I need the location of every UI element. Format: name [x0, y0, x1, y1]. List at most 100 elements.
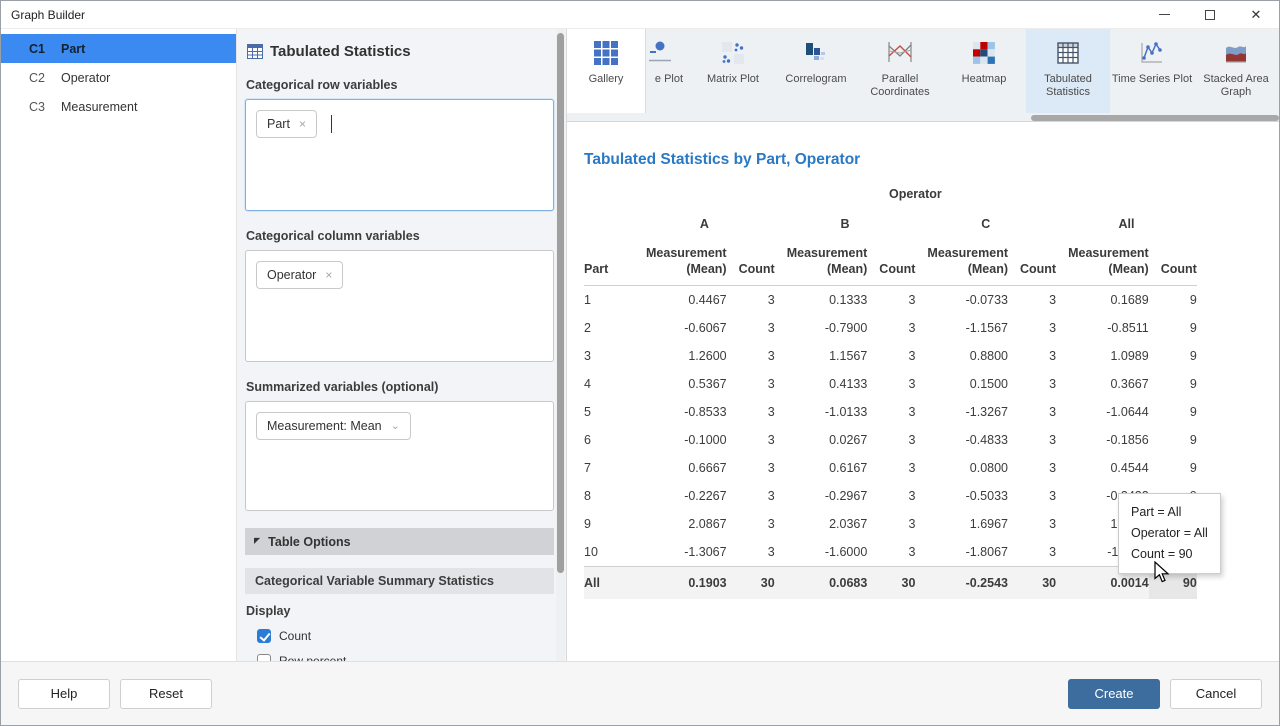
- table-cell: 3: [727, 370, 775, 398]
- help-button[interactable]: Help: [18, 679, 110, 709]
- minimize-button[interactable]: [1141, 1, 1187, 28]
- table-cell: -1.3267: [915, 398, 1008, 426]
- table-cell: 8: [584, 482, 634, 510]
- cancel-button[interactable]: Cancel: [1170, 679, 1262, 709]
- gallery-tab-label: Gallery: [589, 73, 624, 86]
- checkbox-icon[interactable]: [257, 629, 271, 643]
- gallery-tab-matrix-plot[interactable]: Matrix Plot: [692, 29, 774, 113]
- table-cell: -0.2543: [915, 567, 1008, 600]
- table-cell: 30: [867, 567, 915, 600]
- table-cell: -0.8511: [1056, 314, 1149, 342]
- gallery-tab-bubble-plot-partial[interactable]: e Plot: [646, 29, 692, 113]
- table-cell: 9: [1149, 286, 1197, 315]
- tabulated-statistics-table: Operator A B C All Part Measurement(Mean…: [584, 181, 1197, 599]
- gallery-tab-heatmap[interactable]: Heatmap: [942, 29, 1026, 113]
- gallery-tab-label: Time Series Plot: [1112, 73, 1192, 86]
- maximize-button[interactable]: [1187, 1, 1233, 28]
- table-cell: 3: [1008, 370, 1056, 398]
- table-cell: 3: [867, 398, 915, 426]
- chip-remove-icon[interactable]: ×: [299, 118, 306, 130]
- tabulated-statistics-icon: [247, 44, 263, 59]
- group-c-header: C: [915, 211, 1056, 243]
- table-cell: 9: [1149, 342, 1197, 370]
- gallery-tab-label: Correlogram: [785, 73, 846, 86]
- tooltip-line: Part = All: [1131, 502, 1208, 523]
- table-cell: -0.5033: [915, 482, 1008, 510]
- table-cell: 0.8800: [915, 342, 1008, 370]
- reset-button[interactable]: Reset: [120, 679, 212, 709]
- table-cell: 9: [1149, 314, 1197, 342]
- create-button[interactable]: Create: [1068, 679, 1160, 709]
- row-variables-dropzone[interactable]: Part ×: [245, 99, 554, 211]
- checkbox-count[interactable]: Count: [257, 629, 554, 643]
- table-cell: 3: [867, 482, 915, 510]
- table-cell: 1.1567: [775, 342, 868, 370]
- close-icon: ✕: [1251, 8, 1262, 21]
- table-options-label: Table Options: [268, 535, 350, 549]
- table-options-header[interactable]: ◤ Table Options: [245, 528, 554, 555]
- group-a-header: A: [634, 211, 775, 243]
- gallery-tab-correlogram[interactable]: Correlogram: [774, 29, 858, 113]
- close-button[interactable]: ✕: [1233, 1, 1279, 28]
- correlogram-icon: [803, 40, 829, 66]
- variable-chip-part[interactable]: Part ×: [256, 110, 317, 138]
- table-cell: 3: [1008, 538, 1056, 567]
- summarized-variables-dropzone[interactable]: Measurement: Mean ⌄: [245, 401, 554, 511]
- table-row: 70.666730.616730.080030.45449: [584, 454, 1197, 482]
- count-header: Count: [1008, 243, 1056, 286]
- gallery-tab-gallery[interactable]: Gallery: [567, 29, 646, 113]
- gallery-tab-label: Parallel Coordinates: [858, 73, 942, 99]
- table-cell: 0.0683: [775, 567, 868, 600]
- measurement-mean-header: Measurement(Mean): [775, 243, 868, 286]
- table-cell: 3: [1008, 426, 1056, 454]
- gallery-tab-tabulated-statistics[interactable]: Tabulated Statistics: [1026, 29, 1110, 113]
- gallery-tab-label: Heatmap: [962, 73, 1007, 86]
- window-title: Graph Builder: [1, 8, 85, 22]
- table-cell: -0.0733: [915, 286, 1008, 315]
- dropdown-chevron-icon[interactable]: ⌄: [391, 421, 400, 432]
- table-cell: 0.1903: [634, 567, 727, 600]
- results-title: Tabulated Statistics by Part, Operator: [584, 151, 1279, 169]
- column-variables-dropzone[interactable]: Operator ×: [245, 250, 554, 362]
- sidebar-item-measurement[interactable]: C3 Measurement: [1, 92, 236, 121]
- gallery-scrollbar-thumb[interactable]: [1031, 115, 1279, 121]
- panel-title: Tabulated Statistics: [270, 43, 411, 60]
- sidebar-item-part[interactable]: C1 Part: [1, 34, 236, 63]
- measurement-mean-header: Measurement(Mean): [1056, 243, 1149, 286]
- table-cell: -1.1567: [915, 314, 1008, 342]
- table-row: 2-0.60673-0.79003-1.15673-0.85119: [584, 314, 1197, 342]
- gallery-tab-stacked-area-graph[interactable]: Stacked Area Graph: [1194, 29, 1278, 113]
- panel-scrollbar-thumb[interactable]: [557, 33, 564, 573]
- variables-sidebar: C1 Part C2 Operator C3 Measurement: [1, 29, 237, 661]
- column-variables-label: Categorical column variables: [246, 229, 554, 243]
- stacked-area-graph-icon: [1223, 40, 1249, 66]
- table-cell: 0.4133: [775, 370, 868, 398]
- variable-chip-measurement-mean[interactable]: Measurement: Mean ⌄: [256, 412, 411, 440]
- table-row: 40.536730.413330.150030.36679: [584, 370, 1197, 398]
- summarized-variables-label: Summarized variables (optional): [246, 380, 554, 394]
- time-series-plot-icon: [1139, 40, 1165, 66]
- builder-panel: Tabulated Statistics Categorical row var…: [237, 29, 567, 661]
- variable-chip-operator[interactable]: Operator ×: [256, 261, 343, 289]
- table-row: 5-0.85333-1.01333-1.32673-1.06449: [584, 398, 1197, 426]
- panel-scrollbar[interactable]: [556, 29, 565, 661]
- table-cell: 0.4467: [634, 286, 727, 315]
- table-cell: 9: [1149, 370, 1197, 398]
- gallery-tab-parallel-coordinates[interactable]: Parallel Coordinates: [858, 29, 942, 113]
- table-row: All0.1903300.068330-0.2543300.001490: [584, 567, 1197, 600]
- maximize-icon: [1205, 10, 1215, 20]
- chip-remove-icon[interactable]: ×: [325, 269, 332, 281]
- table-row: 10-1.30673-1.60003-1.80673-1.57119: [584, 538, 1197, 567]
- table-cell: All: [584, 567, 634, 600]
- gallery-grid-icon: [593, 40, 619, 66]
- table-cell: 6: [584, 426, 634, 454]
- sidebar-item-operator[interactable]: C2 Operator: [1, 63, 236, 92]
- table-row: 6-0.100030.02673-0.48333-0.18569: [584, 426, 1197, 454]
- gallery-tab-label: Matrix Plot: [707, 73, 759, 86]
- gallery-tab-time-series-plot[interactable]: Time Series Plot: [1110, 29, 1194, 113]
- graph-builder-window: Graph Builder ✕ C1 Part C2 Operator C3 M…: [0, 0, 1280, 726]
- table-body: 10.446730.13333-0.073330.168992-0.60673-…: [584, 286, 1197, 600]
- count-header: Count: [727, 243, 775, 286]
- table-cell: 30: [1008, 567, 1056, 600]
- collapse-icon: ◤: [254, 536, 260, 545]
